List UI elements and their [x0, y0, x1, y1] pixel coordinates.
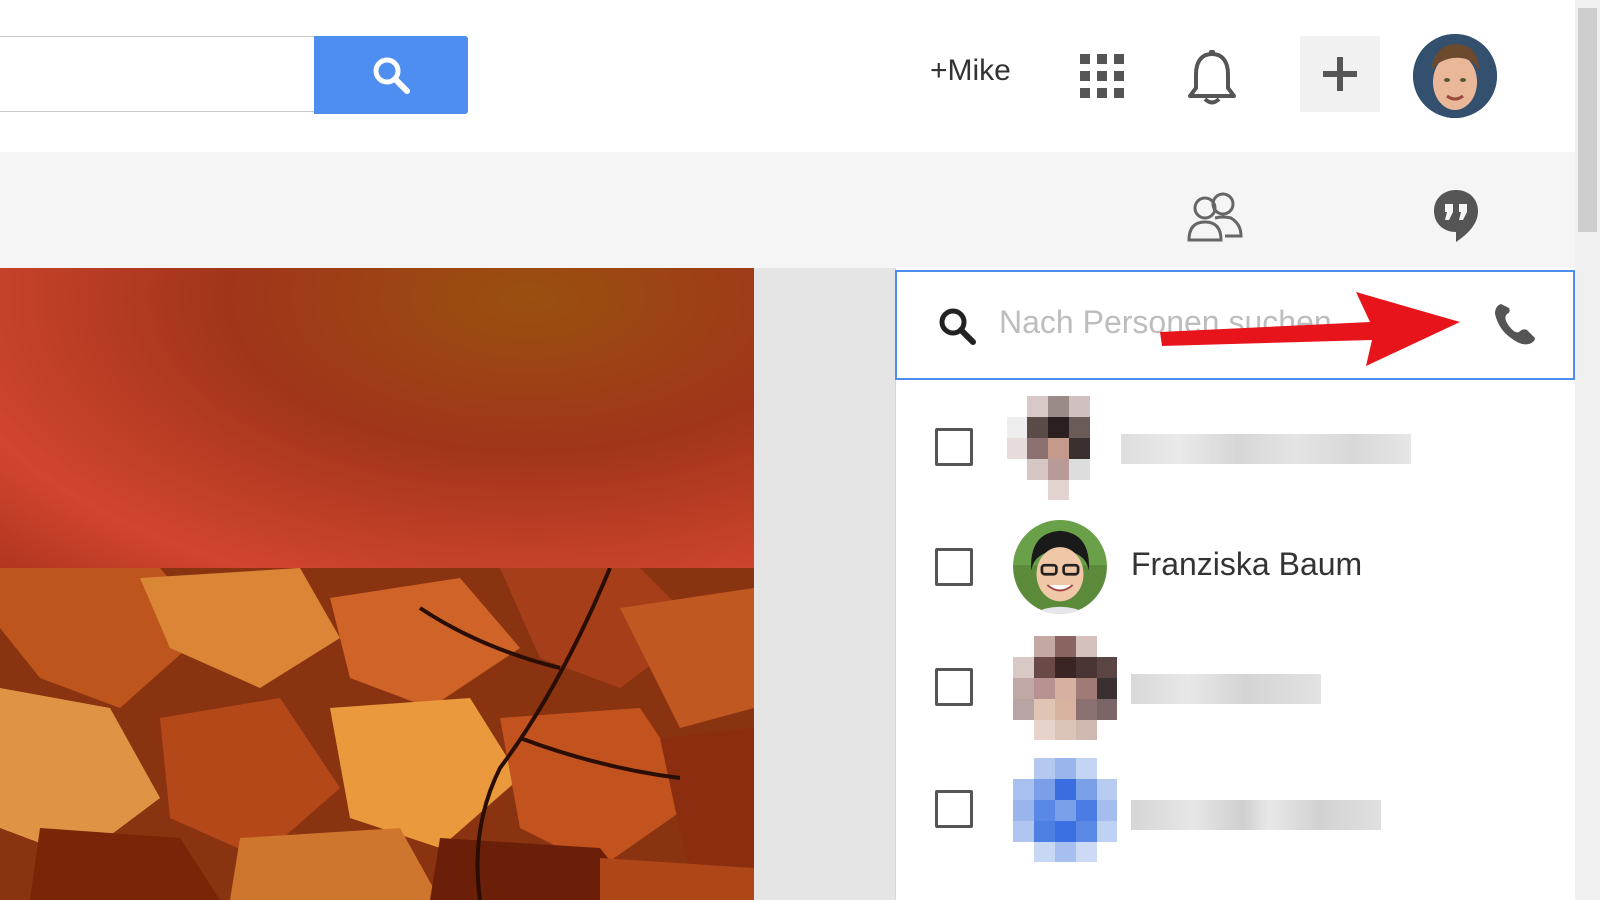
contact-name-blurred: [1121, 434, 1411, 464]
profile-link[interactable]: +Mike: [930, 54, 1011, 88]
bell-icon[interactable]: [1186, 50, 1238, 106]
autumn-leaves-image: [0, 568, 754, 900]
plus-icon: [1323, 57, 1357, 91]
people-search-placeholder: Nach Personen suchen: [999, 304, 1332, 340]
top-bar: +Mike: [0, 0, 1575, 152]
contact-name-blurred: [1131, 800, 1381, 830]
sub-toolbar: [0, 152, 1575, 268]
contact-avatar-blurred: [1007, 396, 1111, 500]
contact-checkbox[interactable]: [935, 428, 973, 466]
people-icon[interactable]: [1185, 190, 1243, 242]
phone-icon[interactable]: [1491, 300, 1539, 348]
page-scrollbar[interactable]: [1575, 0, 1600, 900]
contact-row[interactable]: [895, 390, 1575, 510]
contact-avatar-blurred: [1013, 636, 1117, 740]
apps-grid-icon[interactable]: [1080, 54, 1124, 98]
people-search-field[interactable]: Nach Personen suchen: [895, 270, 1575, 380]
contact-avatar: [1013, 520, 1107, 614]
contact-avatar-blurred: [1013, 758, 1117, 862]
contact-row[interactable]: [895, 630, 1575, 750]
contact-row[interactable]: [895, 752, 1575, 872]
contact-row[interactable]: Franziska Baum: [895, 510, 1575, 630]
search-input[interactable]: [0, 36, 314, 112]
contact-checkbox[interactable]: [935, 790, 973, 828]
account-avatar[interactable]: [1413, 34, 1497, 118]
cover-photo: [0, 268, 754, 900]
share-button[interactable]: [1300, 36, 1380, 112]
hangouts-icon[interactable]: [1432, 188, 1480, 242]
avatar-image: [1413, 34, 1497, 118]
contact-checkbox[interactable]: [935, 548, 973, 586]
scrollbar-thumb[interactable]: [1578, 8, 1597, 232]
contact-checkbox[interactable]: [935, 668, 973, 706]
contact-name-blurred: [1131, 674, 1321, 704]
search-icon: [939, 308, 976, 345]
cover-sky: [0, 268, 754, 568]
search-icon: [373, 57, 410, 94]
contact-name: Franziska Baum: [1131, 546, 1363, 582]
search-button[interactable]: [314, 36, 468, 114]
